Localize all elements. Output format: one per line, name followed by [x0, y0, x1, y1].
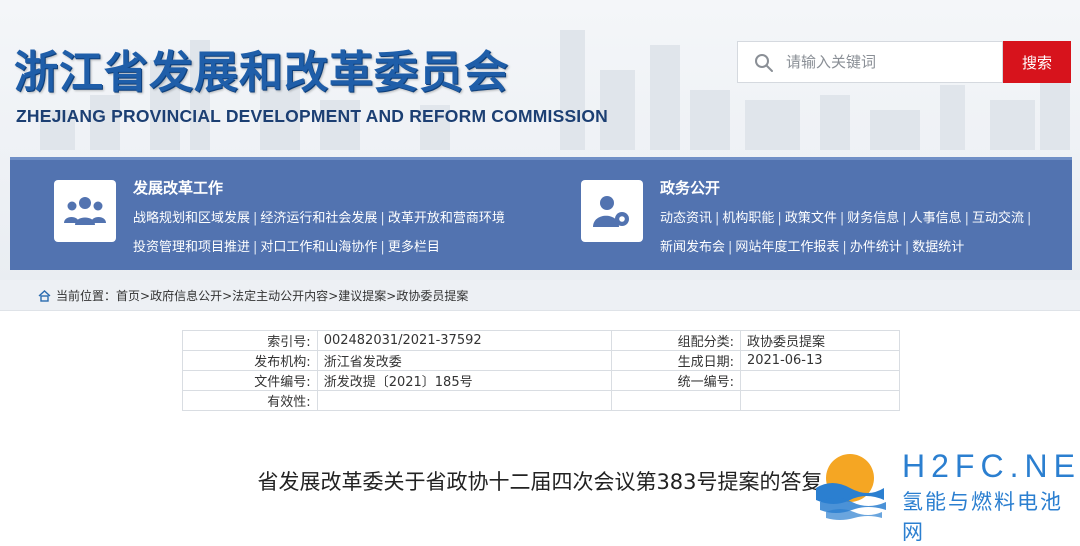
- nav-link[interactable]: 经济运行和社会发展: [260, 211, 377, 226]
- nav-links-right-2: 新闻发布会 | 网站年度工作报表 | 办件统计 | 数据统计: [660, 236, 964, 255]
- breadcrumb-item[interactable]: 首页: [116, 289, 140, 303]
- meta-label: 索引号:: [182, 330, 318, 351]
- nav-separator: |: [715, 211, 720, 226]
- nav-separator: |: [777, 211, 782, 226]
- breadcrumb-separator: >: [386, 289, 397, 303]
- site-subtitle: ZHEJIANG PROVINCIAL DEVELOPMENT AND REFO…: [16, 106, 609, 126]
- nav-link[interactable]: 机构职能: [722, 211, 774, 226]
- nav-link[interactable]: 数据统计: [912, 240, 964, 255]
- meta-value: [739, 390, 901, 411]
- meta-value: 2021-06-13: [739, 350, 901, 371]
- nav-link[interactable]: 办件统计: [850, 240, 902, 255]
- nav-separator: |: [839, 211, 845, 226]
- nav-title-gov-affairs[interactable]: 政务公开: [660, 177, 720, 198]
- nav-separator: |: [253, 211, 258, 226]
- meta-value: 浙江省发改委: [316, 350, 613, 371]
- meta-label: 生成日期:: [611, 350, 741, 371]
- nav-title-development[interactable]: 发展改革工作: [133, 177, 223, 198]
- nav-link[interactable]: 动态资讯: [660, 211, 712, 226]
- nav-separator: |: [902, 211, 907, 226]
- breadcrumb-separator: >: [222, 289, 233, 303]
- nav-link[interactable]: 投资管理和项目推进: [133, 240, 250, 255]
- nav-link[interactable]: 更多栏目: [388, 240, 440, 255]
- nav-link[interactable]: 新闻发布会: [660, 240, 725, 255]
- meta-label: 有效性:: [182, 390, 318, 411]
- nav-link[interactable]: 改革开放和营商环境: [388, 211, 505, 226]
- site-title: 浙江省发展和改革委员会: [14, 47, 509, 98]
- nav-panel: 发展改革工作 战略规划和区域发展 | 经济运行和社会发展 | 改革开放和营商环境 投资管…: [10, 157, 1072, 270]
- user-gear-icon[interactable]: [581, 180, 643, 242]
- home-icon: [38, 290, 51, 302]
- nav-separator: |: [380, 240, 385, 255]
- nav-link[interactable]: 网站年度工作报表: [735, 240, 839, 255]
- search-box[interactable]: [737, 41, 1003, 83]
- meta-label: 发布机构:: [182, 350, 318, 371]
- nav-links-right-1: 动态资讯 | 机构职能 | 政策文件 | 财务信息 | 人事信息 | 互动交流 |: [660, 207, 1034, 226]
- nav-link[interactable]: 人事信息: [910, 211, 962, 226]
- nav-links-left-2: 投资管理和项目推进 | 对口工作和山海协作 | 更多栏目: [133, 236, 440, 255]
- table-row: 文件编号: 浙发改提〔2021〕185号 统一编号:: [182, 370, 901, 391]
- nav-separator: |: [964, 211, 970, 226]
- meta-label: 组配分类:: [611, 330, 741, 351]
- nav-link[interactable]: 对口工作和山海协作: [260, 240, 377, 255]
- search-input[interactable]: [786, 42, 996, 82]
- breadcrumb-item[interactable]: 政协委员提案: [396, 289, 468, 303]
- meta-value: [316, 390, 613, 411]
- table-row: 发布机构: 浙江省发改委 生成日期: 2021-06-13: [182, 350, 901, 371]
- meta-value: [739, 370, 901, 391]
- watermark-text-en: H2FC.NET: [902, 448, 1080, 484]
- document-meta-table: 索引号: 002482031/2021-37592 组配分类: 政协委员提案 发…: [182, 330, 901, 411]
- nav-link[interactable]: 战略规划和区域发展: [133, 211, 250, 226]
- breadcrumb-separator: >: [140, 289, 151, 303]
- meta-value: 002482031/2021-37592: [316, 330, 613, 351]
- nav-links-left-1: 战略规划和区域发展 | 经济运行和社会发展 | 改革开放和营商环境: [133, 207, 505, 226]
- nav-separator: |: [904, 240, 910, 255]
- breadcrumb-bar: 当前位置：首页>政府信息公开>法定主动公开内容>建议提案>政协委员提案: [0, 280, 1080, 311]
- nav-link[interactable]: 政策文件: [785, 211, 837, 226]
- breadcrumb: 当前位置：首页>政府信息公开>法定主动公开内容>建议提案>政协委员提案: [38, 287, 468, 304]
- meta-value: 浙发改提〔2021〕185号: [316, 370, 613, 391]
- breadcrumb-item[interactable]: 政府信息公开: [150, 289, 222, 303]
- table-row: 有效性:: [182, 390, 901, 411]
- nav-separator: |: [253, 240, 258, 255]
- breadcrumb-prefix: 当前位置：: [56, 289, 117, 303]
- sun-wave-logo-icon: [816, 454, 886, 520]
- watermark: H2FC.NET 氢能与燃料电池网: [806, 448, 1080, 544]
- nav-separator: |: [380, 211, 385, 226]
- nav-separator: |: [728, 240, 733, 255]
- meta-value: 政协委员提案: [739, 330, 901, 351]
- breadcrumb-item[interactable]: 建议提案: [338, 289, 386, 303]
- nav-link[interactable]: 财务信息: [847, 211, 899, 226]
- meta-label: 统一编号:: [611, 370, 741, 391]
- breadcrumb-item[interactable]: 法定主动公开内容: [232, 289, 328, 303]
- nav-link[interactable]: 互动交流: [972, 211, 1024, 226]
- search-button[interactable]: 搜索: [1003, 41, 1071, 83]
- search-icon: [755, 54, 773, 72]
- table-row: 索引号: 002482031/2021-37592 组配分类: 政协委员提案: [182, 330, 901, 351]
- meta-label: 文件编号:: [182, 370, 318, 391]
- nav-separator: |: [842, 240, 847, 255]
- breadcrumb-separator: >: [328, 289, 339, 303]
- watermark-text-cn: 氢能与燃料电池网: [902, 490, 1063, 544]
- meta-label: [611, 390, 741, 411]
- nav-separator: |: [1027, 211, 1032, 226]
- people-group-icon[interactable]: [54, 180, 116, 242]
